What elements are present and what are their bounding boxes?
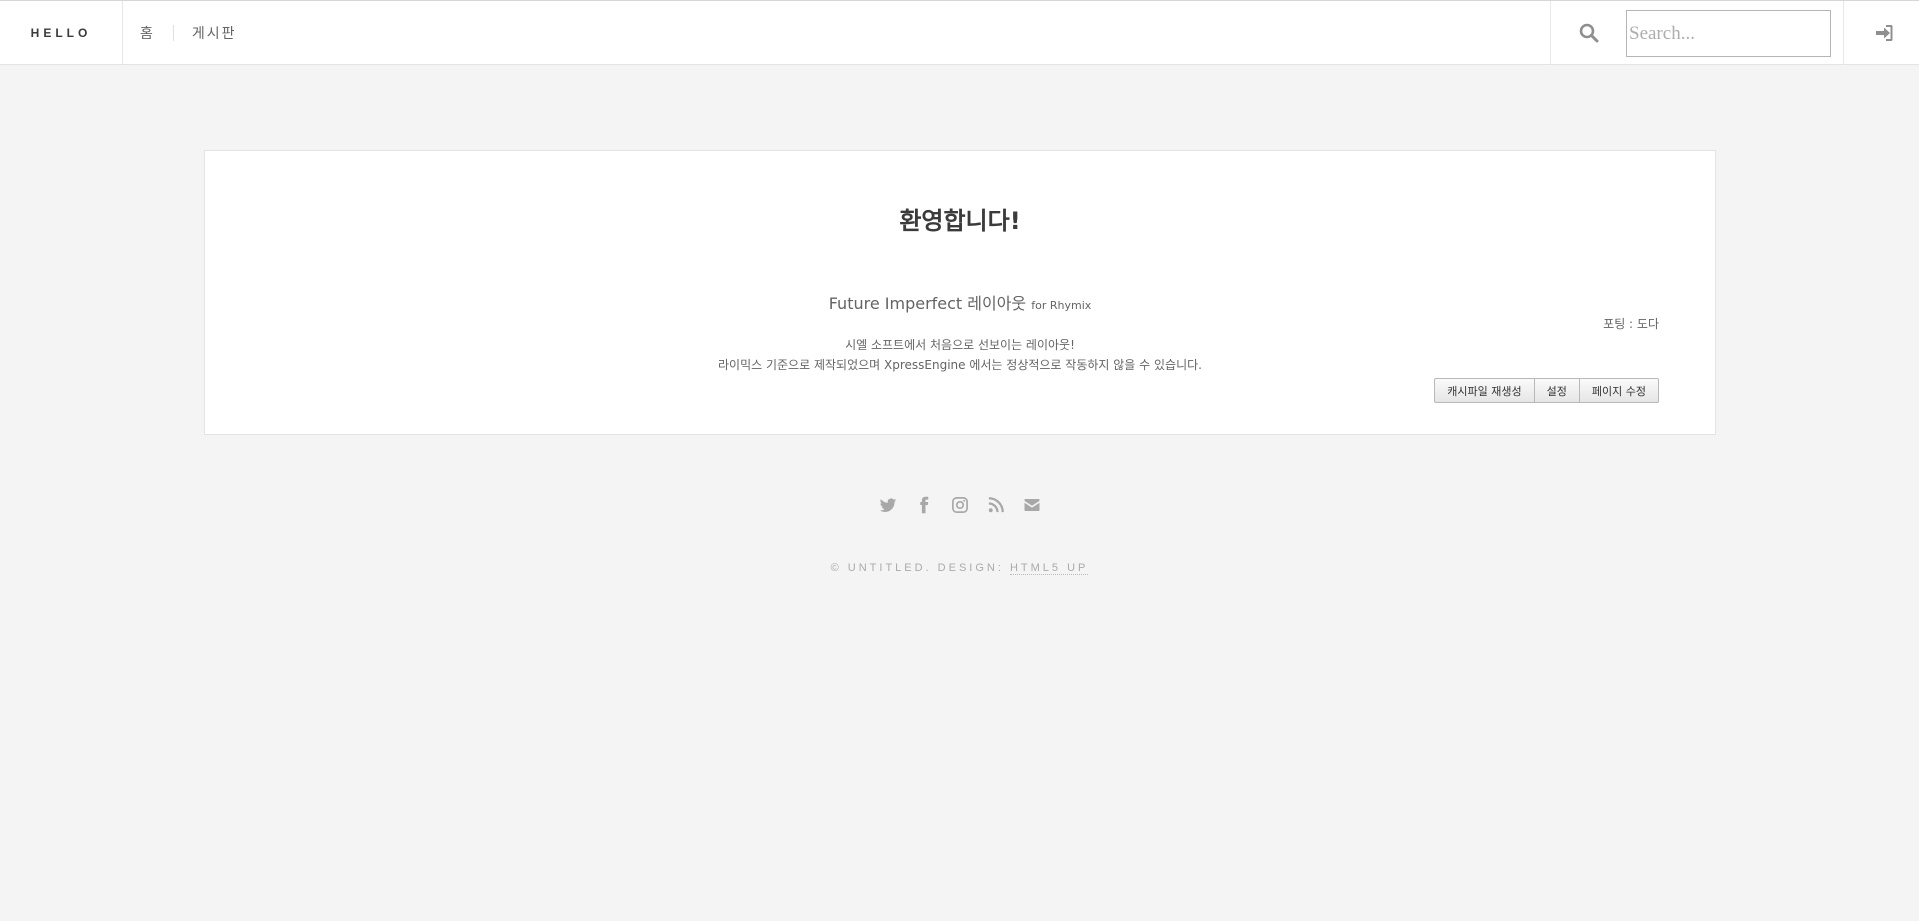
- edit-page-button[interactable]: 페이지 수정: [1578, 378, 1659, 403]
- welcome-panel: 환영합니다! Future Imperfect 레이아웃 for Rhymix …: [204, 150, 1716, 435]
- site-logo[interactable]: HELLO: [0, 1, 123, 65]
- settings-button[interactable]: 설정: [1533, 378, 1580, 403]
- subtitle-small: for Rhymix: [1031, 299, 1092, 312]
- copyright-prefix: © UNTITLED. DESIGN:: [830, 562, 1010, 574]
- top-header: HELLO 홈 게시판: [0, 0, 1919, 65]
- main-nav: 홈 게시판: [122, 1, 255, 65]
- subtitle-main: Future Imperfect 레이아웃: [828, 294, 1027, 313]
- search-icon[interactable]: [1579, 23, 1599, 43]
- nav-item-home[interactable]: 홈: [122, 23, 173, 43]
- facebook-icon[interactable]: [915, 496, 933, 514]
- porting-credit: 포팅 : 도다: [1603, 317, 1659, 331]
- layout-description: 시엘 소프트에서 처음으로 선보이는 레이아웃! 라이믹스 기준으로 제작되었으…: [205, 335, 1715, 375]
- twitter-icon[interactable]: [879, 496, 897, 514]
- social-links: [0, 496, 1919, 514]
- admin-button-group: 캐시파일 재생성 설정 페이지 수정: [1434, 378, 1659, 403]
- description-line-1: 시엘 소프트에서 처음으로 선보이는 레이아웃!: [845, 338, 1075, 352]
- nav-item-board[interactable]: 게시판: [174, 23, 255, 43]
- copyright-text: © UNTITLED. DESIGN: HTML5 UP: [0, 562, 1919, 575]
- regenerate-cache-button[interactable]: 캐시파일 재생성: [1434, 378, 1535, 403]
- rss-icon[interactable]: [987, 496, 1005, 514]
- description-line-2: 라이믹스 기준으로 제작되었으며 XpressEngine 에서는 정상적으로 …: [718, 358, 1202, 372]
- envelope-icon[interactable]: [1023, 496, 1041, 514]
- welcome-title: 환영합니다!: [899, 207, 1021, 235]
- search-area: [1550, 1, 1844, 65]
- sign-in-icon[interactable]: [1874, 23, 1894, 43]
- layout-subtitle: Future Imperfect 레이아웃 for Rhymix: [205, 290, 1715, 314]
- instagram-icon[interactable]: [951, 496, 969, 514]
- html5up-link[interactable]: HTML5 UP: [1009, 562, 1089, 575]
- search-input[interactable]: [1626, 10, 1831, 57]
